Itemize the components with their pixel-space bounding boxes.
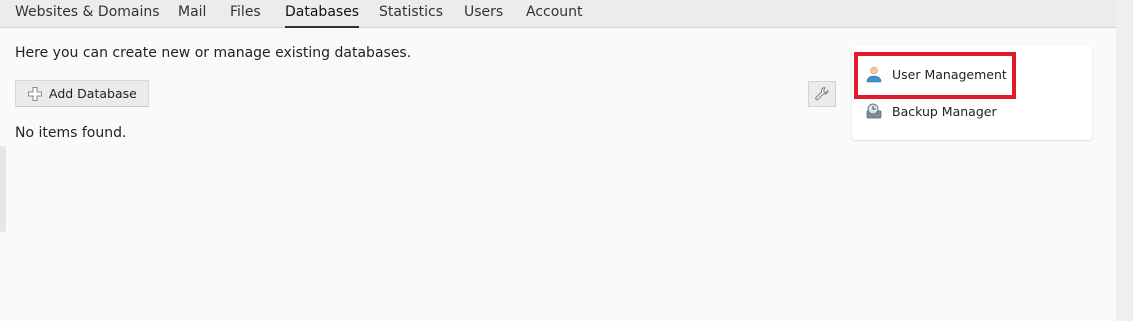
tab-users[interactable]: Users bbox=[464, 4, 503, 28]
sidebar-collapse-handle[interactable] bbox=[0, 146, 6, 232]
side-panel: User Management Backup Manager bbox=[852, 45, 1092, 140]
add-database-label: Add Database bbox=[49, 86, 137, 101]
plus-icon bbox=[28, 86, 42, 101]
right-edge-bar bbox=[1116, 0, 1133, 321]
empty-list-message: No items found. bbox=[15, 125, 127, 141]
page: Websites & Domains Mail Files Databases … bbox=[0, 0, 1133, 321]
user-management-link[interactable]: User Management bbox=[865, 64, 1007, 84]
backup-manager-label: Backup Manager bbox=[892, 103, 997, 119]
tab-statistics[interactable]: Statistics bbox=[379, 4, 443, 28]
list-settings-button[interactable] bbox=[808, 81, 836, 107]
tab-files[interactable]: Files bbox=[230, 4, 261, 28]
wrench-icon bbox=[815, 87, 829, 101]
backup-manager-link[interactable]: Backup Manager bbox=[865, 101, 997, 121]
user-management-label: User Management bbox=[892, 66, 1007, 82]
add-database-button[interactable]: Add Database bbox=[15, 80, 149, 107]
tab-databases[interactable]: Databases bbox=[285, 4, 360, 28]
tab-mail[interactable]: Mail bbox=[178, 4, 206, 28]
tab-account[interactable]: Account bbox=[526, 4, 583, 28]
tab-websites-domains[interactable]: Websites & Domains bbox=[15, 4, 160, 28]
page-description: Here you can create new or manage existi… bbox=[15, 45, 412, 61]
backup-icon bbox=[866, 103, 882, 119]
tab-bar: Websites & Domains Mail Files Databases … bbox=[0, 0, 1116, 28]
user-icon bbox=[866, 66, 882, 83]
